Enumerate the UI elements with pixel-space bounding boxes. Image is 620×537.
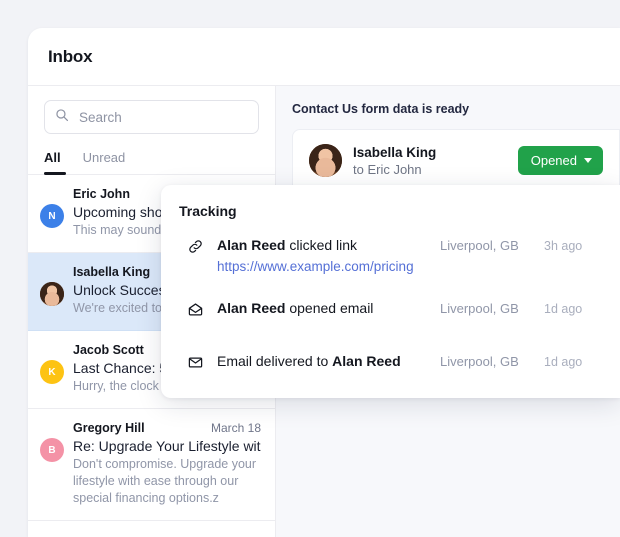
tracking-actor: Alan Reed <box>332 353 401 369</box>
avatar-initial: K <box>48 366 56 378</box>
mail-top: Gregory Hill March 18 <box>73 421 261 435</box>
tracking-event-text: Email delivered to Alan Reed <box>217 352 440 371</box>
tab-all[interactable]: All <box>44 146 66 175</box>
tracking-event-body: Alan Reed clicked link https://www.examp… <box>217 236 440 274</box>
avatar: K <box>40 360 64 384</box>
tracking-event-text: Alan Reed opened email <box>217 299 440 318</box>
page-title: Inbox <box>48 46 93 66</box>
tracking-event-row: Alan Reed opened email Liverpool, GB 1d … <box>161 299 620 323</box>
tracking-popover: Tracking Alan Reed clicked link https://… <box>161 185 620 398</box>
search-wrap <box>28 86 275 134</box>
avatar <box>40 282 64 306</box>
tracking-title: Tracking <box>179 203 237 219</box>
mail-date: March 18 <box>210 421 261 435</box>
tracking-event-time: 3h ago <box>544 239 583 253</box>
search-icon <box>55 108 69 127</box>
mail-meta: Gregory Hill March 18 Re: Upgrade Your L… <box>73 421 261 507</box>
avatar-photo <box>40 282 64 306</box>
chevron-down-icon <box>584 158 592 163</box>
avatar: N <box>40 204 64 228</box>
tracking-event-body: Alan Reed opened email <box>217 299 440 318</box>
tracking-action: opened email <box>285 300 374 316</box>
envelope-icon <box>187 354 204 376</box>
avatar-photo <box>309 144 342 177</box>
mail-preview: Don't compromise. Upgrade your lifestyle… <box>73 457 257 505</box>
tracking-event-time: 1d ago <box>544 355 583 369</box>
tracking-event-time: 1d ago <box>544 302 583 316</box>
avatar <box>309 144 342 177</box>
list-item[interactable]: B Gregory Hill March 18 Re: Upgrade Your… <box>28 409 275 521</box>
link-icon <box>187 238 204 260</box>
avatar-initial: B <box>48 444 56 456</box>
mail-subject: Re: Upgrade Your Lifestyle with O <box>73 438 261 454</box>
mail-sender: Jacob Scott <box>73 343 144 357</box>
avatar: B <box>40 438 64 462</box>
inbox-app-card: Inbox All Unread <box>28 28 620 537</box>
inbox-tabs: All Unread <box>28 146 275 175</box>
tracking-event-location: Liverpool, GB <box>440 301 519 316</box>
tracking-actor: Alan Reed <box>217 300 286 316</box>
tracking-event-row: Email delivered to Alan Reed Liverpool, … <box>161 352 620 376</box>
avatar-initial: N <box>48 210 56 222</box>
search-input[interactable] <box>77 108 248 126</box>
tracking-action-prefix: Email delivered to <box>217 353 333 369</box>
tracking-action: clicked link <box>285 237 358 253</box>
mail-sender: Isabella King <box>73 265 151 279</box>
tracking-event-text: Alan Reed clicked link <box>217 236 440 255</box>
conversation-names: Isabella King to Eric John <box>353 145 518 177</box>
tracking-event-body: Email delivered to Alan Reed <box>217 352 440 371</box>
conversation-from: Isabella King <box>353 144 437 160</box>
conversation-subject: Contact Us form data is ready <box>292 102 470 116</box>
status-badge-label: Opened <box>530 153 577 168</box>
tracking-event-location: Liverpool, GB <box>440 238 519 253</box>
mail-sender: Gregory Hill <box>73 421 145 435</box>
envelope-open-icon <box>187 301 204 323</box>
mail-sender: Eric John <box>73 187 130 201</box>
tracking-event-link[interactable]: https://www.example.com/pricing <box>217 259 440 274</box>
conversation-to: to Eric John <box>353 161 422 177</box>
search-box[interactable] <box>44 100 259 134</box>
tracking-event-row: Alan Reed clicked link https://www.examp… <box>161 236 620 274</box>
tab-unread[interactable]: Unread <box>83 146 126 174</box>
conversation-header: Isabella King to Eric John Opened <box>309 144 619 177</box>
status-badge[interactable]: Opened <box>517 146 603 175</box>
tracking-actor: Alan Reed <box>217 237 286 253</box>
tracking-event-location: Liverpool, GB <box>440 354 519 369</box>
card-header: Inbox <box>28 28 620 86</box>
